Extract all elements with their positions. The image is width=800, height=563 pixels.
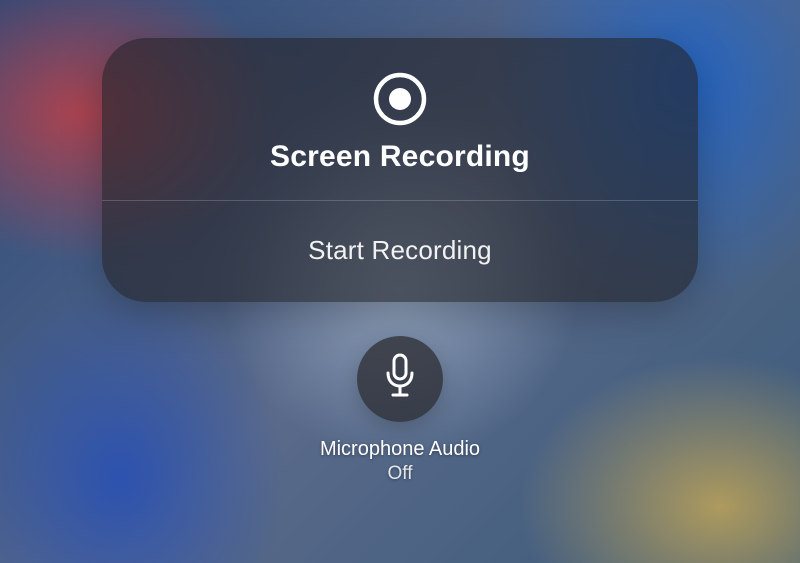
record-icon xyxy=(373,72,427,126)
microphone-status: Off xyxy=(387,463,412,485)
start-recording-label: Start Recording xyxy=(308,235,492,265)
start-recording-button[interactable]: Start Recording xyxy=(102,201,698,302)
microphone-toggle-button[interactable] xyxy=(357,336,443,422)
microphone-label: Microphone Audio xyxy=(320,438,480,461)
microphone-section: Microphone Audio Off xyxy=(320,336,480,485)
screen-recording-title: Screen Recording xyxy=(270,140,530,174)
microphone-icon xyxy=(382,353,418,406)
screen-recording-panel: Screen Recording Start Recording xyxy=(102,38,698,302)
screen-recording-header: Screen Recording xyxy=(102,38,698,200)
